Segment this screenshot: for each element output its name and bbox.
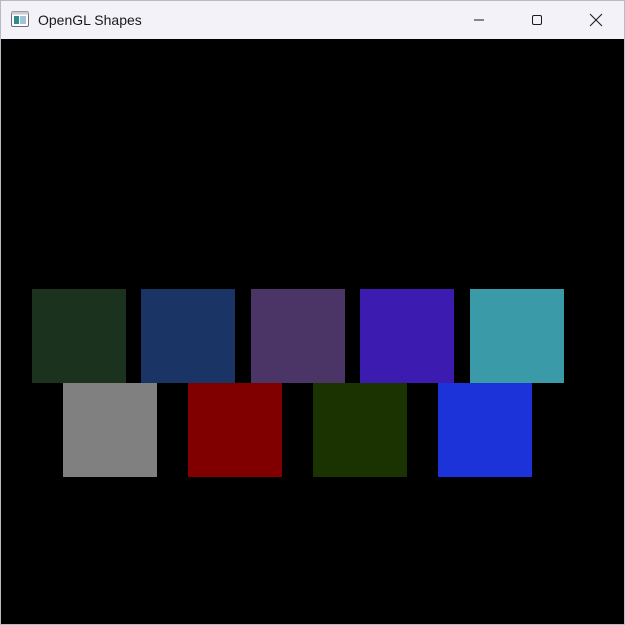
- close-button[interactable]: [573, 1, 619, 39]
- square-r1-2: [141, 289, 235, 383]
- square-r2-3: [313, 383, 407, 477]
- maximize-button[interactable]: [514, 1, 560, 39]
- opengl-app-icon: [11, 11, 29, 27]
- square-r2-2: [188, 383, 282, 477]
- square-r1-5: [470, 289, 564, 383]
- square-r1-1: [32, 289, 126, 383]
- maximize-icon: [532, 15, 542, 25]
- square-r2-1: [63, 383, 157, 477]
- opengl-canvas[interactable]: [1, 39, 624, 624]
- window-title: OpenGL Shapes: [38, 12, 142, 28]
- close-icon: [589, 13, 603, 27]
- square-r2-4: [438, 383, 532, 477]
- title-bar[interactable]: OpenGL Shapes: [1, 1, 624, 39]
- minimize-icon: [474, 19, 484, 21]
- square-r1-4: [360, 289, 454, 383]
- square-r1-3: [251, 289, 345, 383]
- app-window: OpenGL Shapes: [0, 0, 625, 625]
- minimize-button[interactable]: [456, 1, 502, 39]
